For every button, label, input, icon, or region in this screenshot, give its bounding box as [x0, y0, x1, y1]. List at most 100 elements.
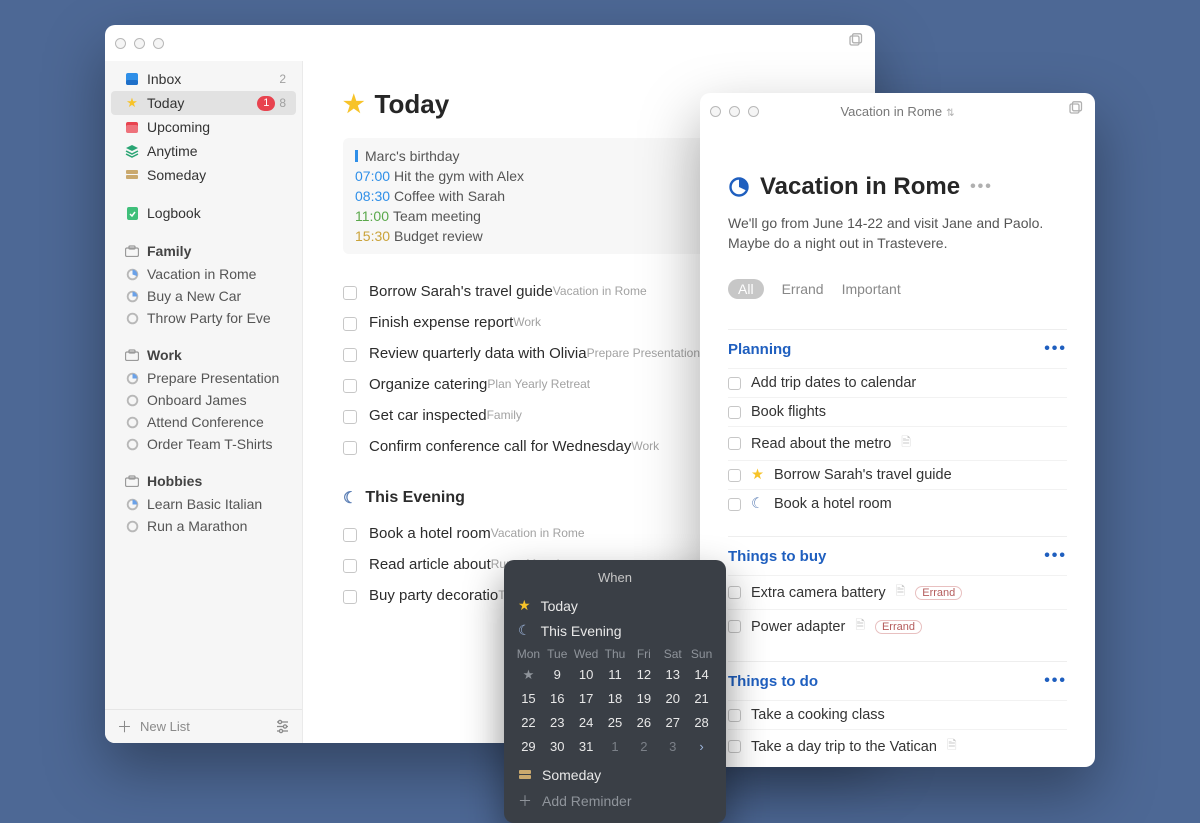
calendar-day[interactable]: 21: [687, 689, 716, 709]
calendar-day[interactable]: 22: [514, 713, 543, 733]
sidebar-area-work[interactable]: Work: [111, 343, 296, 367]
calendar-day[interactable]: 10: [572, 665, 601, 685]
calendar-day[interactable]: 28: [687, 713, 716, 733]
tag-important[interactable]: Important: [842, 281, 901, 297]
task-row[interactable]: ★Borrow Sarah's travel guide: [728, 460, 1067, 489]
new-list-button[interactable]: New List: [140, 719, 190, 734]
checkbox[interactable]: [343, 286, 357, 300]
checkbox[interactable]: [343, 379, 357, 393]
calendar-day[interactable]: 12: [629, 665, 658, 685]
checkbox[interactable]: [728, 709, 741, 722]
checkbox[interactable]: [728, 406, 741, 419]
tag-all[interactable]: All: [728, 279, 764, 299]
calendar-day[interactable]: 18: [601, 689, 630, 709]
calendar-day[interactable]: 2: [629, 737, 658, 757]
sidebar-proj-party[interactable]: Throw Party for Eve: [111, 307, 296, 329]
plus-icon[interactable]: ＋: [117, 716, 132, 737]
settings-icon[interactable]: [275, 719, 290, 734]
calendar-day[interactable]: 26: [629, 713, 658, 733]
checkbox[interactable]: [343, 441, 357, 455]
task-row[interactable]: Power adapter🗎Errand: [728, 609, 1067, 643]
sidebar-anytime[interactable]: Anytime: [111, 139, 296, 163]
more-icon[interactable]: •••: [1044, 672, 1067, 690]
sidebar-today[interactable]: ★ Today 1 8: [111, 91, 296, 115]
checkbox[interactable]: [728, 586, 741, 599]
calendar-day[interactable]: 9: [543, 665, 572, 685]
sidebar-proj-tshirts[interactable]: Order Team T-Shirts: [111, 433, 296, 455]
calendar-day[interactable]: 30: [543, 737, 572, 757]
task-row[interactable]: Add trip dates to calendar: [728, 368, 1067, 397]
when-today[interactable]: ★Today: [504, 593, 726, 618]
when-someday[interactable]: Someday: [504, 763, 726, 787]
minimize-dot[interactable]: [729, 106, 740, 117]
more-icon[interactable]: •••: [970, 178, 993, 196]
calendar-day[interactable]: 31: [572, 737, 601, 757]
sidebar-proj-onboard[interactable]: Onboard James: [111, 389, 296, 411]
calendar-day[interactable]: 3: [658, 737, 687, 757]
calendar-day[interactable]: 17: [572, 689, 601, 709]
checkbox[interactable]: [728, 437, 741, 450]
checkbox[interactable]: [728, 498, 741, 511]
task-row[interactable]: Extra camera battery🗎Errand: [728, 575, 1067, 609]
sidebar-proj-presentation[interactable]: Prepare Presentation: [111, 367, 296, 389]
checkbox[interactable]: [343, 590, 357, 604]
sidebar-proj-vacation[interactable]: Vacation in Rome: [111, 263, 296, 285]
tag-pill[interactable]: Errand: [875, 620, 922, 634]
calendar-next-icon[interactable]: ›: [687, 737, 716, 757]
section-head[interactable]: Things to buy •••: [728, 547, 1067, 565]
close-dot[interactable]: [115, 38, 126, 49]
checkbox[interactable]: [343, 528, 357, 542]
sidebar-proj-car[interactable]: Buy a New Car: [111, 285, 296, 307]
sidebar-proj-conference[interactable]: Attend Conference: [111, 411, 296, 433]
task-row[interactable]: Book flights: [728, 397, 1067, 426]
calendar-today-star-icon[interactable]: ★: [514, 665, 543, 685]
windows-icon[interactable]: [1067, 101, 1083, 117]
calendar-day[interactable]: 11: [601, 665, 630, 685]
section-head[interactable]: Planning •••: [728, 340, 1067, 358]
calendar-day[interactable]: 20: [658, 689, 687, 709]
calendar-day[interactable]: 15: [514, 689, 543, 709]
checkbox[interactable]: [343, 317, 357, 331]
checkbox[interactable]: [343, 410, 357, 424]
checkbox[interactable]: [728, 377, 741, 390]
sidebar-someday[interactable]: Someday: [111, 163, 296, 187]
when-evening[interactable]: ☾This Evening: [504, 618, 726, 643]
minimize-dot[interactable]: [134, 38, 145, 49]
checkbox[interactable]: [343, 559, 357, 573]
calendar-day[interactable]: 27: [658, 713, 687, 733]
sidebar-inbox[interactable]: Inbox 2: [111, 67, 296, 91]
sidebar-area-family[interactable]: Family: [111, 239, 296, 263]
close-dot[interactable]: [710, 106, 721, 117]
sidebar-proj-italian[interactable]: Learn Basic Italian: [111, 493, 296, 515]
calendar-day[interactable]: 23: [543, 713, 572, 733]
more-icon[interactable]: •••: [1044, 547, 1067, 565]
when-add-reminder[interactable]: ＋Add Reminder: [504, 787, 726, 815]
sidebar-area-hobbies[interactable]: Hobbies: [111, 469, 296, 493]
calendar-day[interactable]: 14: [687, 665, 716, 685]
calendar-day[interactable]: 16: [543, 689, 572, 709]
calendar-day[interactable]: 29: [514, 737, 543, 757]
sidebar-logbook[interactable]: Logbook: [111, 201, 296, 225]
checkbox[interactable]: [728, 620, 741, 633]
task-row[interactable]: ☾Book a hotel room: [728, 489, 1067, 518]
tag-errand[interactable]: Errand: [782, 281, 824, 297]
sidebar-upcoming[interactable]: Upcoming: [111, 115, 296, 139]
tag-pill[interactable]: Errand: [915, 586, 962, 600]
zoom-dot[interactable]: [748, 106, 759, 117]
checkbox[interactable]: [343, 348, 357, 362]
task-row[interactable]: Read about the metro🗎: [728, 426, 1067, 460]
section-head[interactable]: Things to do •••: [728, 672, 1067, 690]
calendar-day[interactable]: 25: [601, 713, 630, 733]
sidebar-proj-marathon[interactable]: Run a Marathon: [111, 515, 296, 537]
calendar-day[interactable]: 1: [601, 737, 630, 757]
project-window-title[interactable]: Vacation in Rome⇅: [840, 104, 954, 119]
task-row[interactable]: Take a cooking class: [728, 700, 1067, 729]
calendar-day[interactable]: 19: [629, 689, 658, 709]
windows-icon[interactable]: [847, 33, 863, 49]
calendar-day[interactable]: 24: [572, 713, 601, 733]
project-description[interactable]: We'll go from June 14-22 and visit Jane …: [728, 213, 1067, 253]
task-row[interactable]: Take a day trip to the Vatican🗎: [728, 729, 1067, 763]
checkbox[interactable]: [728, 740, 741, 753]
calendar-day[interactable]: 13: [658, 665, 687, 685]
checkbox[interactable]: [728, 469, 741, 482]
